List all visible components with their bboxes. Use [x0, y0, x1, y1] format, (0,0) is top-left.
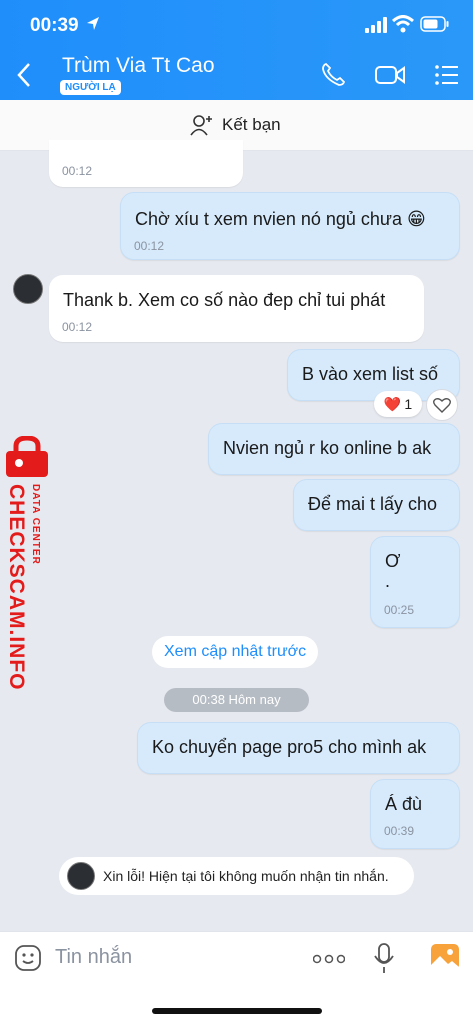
system-message-text: Xin lỗi! Hiện tại tôi không muốn nhận ti… [103, 868, 389, 884]
message-text: Nvien ngủ r ko online b ak [223, 438, 432, 458]
message-time: 00:12 [62, 164, 93, 178]
load-earlier-button[interactable]: Xem cập nhật trước [152, 636, 319, 668]
incoming-message[interactable]: Thank b. Xem co số nào đep chỉ tui phát … [49, 275, 424, 342]
message-input[interactable]: Tin nhắn [55, 946, 132, 969]
react-button[interactable] [426, 389, 458, 421]
add-friend-button[interactable]: Kết bạn [190, 114, 281, 136]
outgoing-message[interactable]: Ko chuyển page pro5 cho mình ak [137, 722, 460, 774]
reaction-badge[interactable]: ❤️ 1 [374, 391, 422, 417]
sticker-emoji-icon[interactable] [14, 944, 42, 972]
cellular-signal-icon [365, 17, 387, 33]
message-text: Ko chuyển page pro5 cho mình ak [152, 737, 427, 757]
outgoing-message[interactable]: Để mai t lấy cho [293, 479, 460, 531]
stranger-badge: NGƯỜI LẠ [60, 80, 121, 95]
add-friend-label: Kết bạn [222, 115, 281, 134]
battery-icon [420, 16, 449, 32]
contact-avatar [67, 862, 95, 890]
video-call-icon[interactable] [374, 62, 406, 88]
message-text: Á đù [385, 794, 423, 814]
message-time: 00:12 [62, 320, 93, 334]
message-text: Ơ [385, 551, 401, 571]
message-text: Để mai t lấy cho [308, 494, 438, 514]
more-options-icon[interactable] [313, 954, 345, 964]
outgoing-message[interactable]: Chờ xíu t xem nvien nó ngủ chưa 😁 00:12 [120, 192, 460, 260]
heart-outline-icon [433, 398, 451, 413]
lock-logo-icon [6, 436, 48, 477]
message-text: B vào xem list số [302, 364, 439, 384]
back-arrow-icon[interactable] [14, 62, 34, 88]
menu-list-icon[interactable] [434, 62, 460, 88]
status-bar: 00:39 [0, 0, 473, 50]
system-message: Xin lỗi! Hiện tại tôi không muốn nhận ti… [59, 857, 414, 895]
phone-call-icon[interactable] [320, 62, 346, 88]
status-time: 00:39 [30, 15, 79, 36]
watermark-subtext: DATA CENTER [30, 484, 41, 565]
incoming-message[interactable]: 00:12 [49, 140, 243, 187]
home-indicator [152, 1008, 322, 1014]
chat-header: 00:39 Trùm Via Tt Cao NGƯỜI LẠ [0, 0, 473, 100]
outgoing-message[interactable]: Ơ . 00:25 [370, 536, 460, 628]
message-time: 00:25 [384, 603, 415, 617]
reaction-count: 1 [404, 396, 413, 412]
image-gallery-icon[interactable] [430, 943, 460, 971]
message-time: 00:39 [384, 824, 415, 838]
message-time: 00:12 [134, 239, 165, 253]
contact-name[interactable]: Trùm Via Tt Cao [62, 54, 215, 78]
outgoing-message[interactable]: Nvien ngủ r ko online b ak [208, 423, 460, 475]
microphone-icon[interactable] [373, 942, 395, 974]
date-separator: 00:38 Hôm nay [164, 688, 309, 712]
watermark-text: CHECKSCAM.INFO [5, 484, 28, 691]
outgoing-message[interactable]: Á đù 00:39 [370, 779, 460, 849]
wifi-icon [392, 15, 414, 33]
add-user-icon [190, 115, 212, 136]
message-text: Chờ xíu t xem nvien nó ngủ chưa 😁 [135, 209, 426, 229]
message-text: Thank b. Xem co số nào đep chỉ tui phát [63, 290, 386, 310]
watermark: CHECKSCAM.INFO DATA CENTER [2, 436, 62, 691]
contact-avatar[interactable] [13, 274, 43, 304]
message-text-line2: . [385, 571, 391, 591]
heart-reaction-icon: ❤️ [383, 395, 402, 412]
location-arrow-icon [87, 17, 99, 30]
